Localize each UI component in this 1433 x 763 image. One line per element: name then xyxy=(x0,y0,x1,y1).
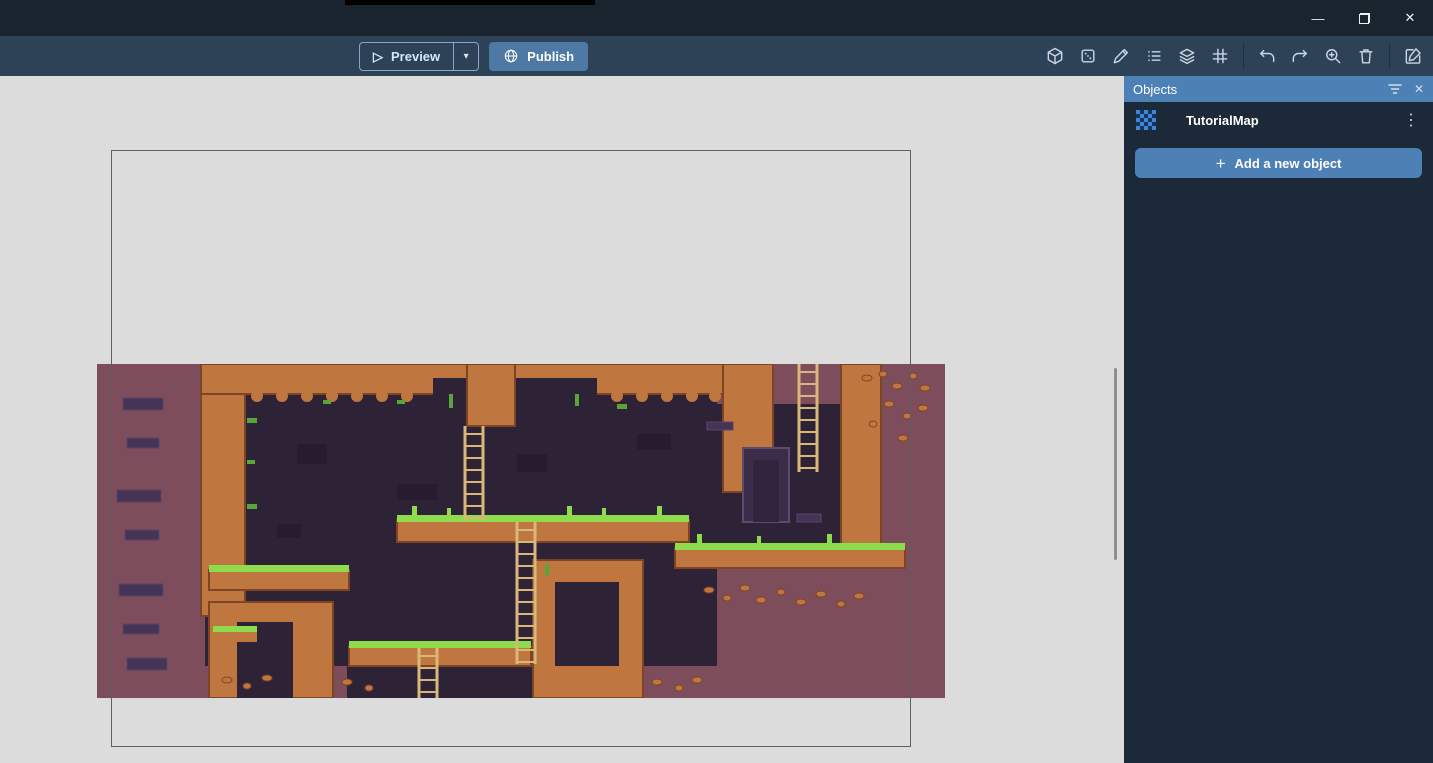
grid-icon xyxy=(1210,46,1230,66)
object-item-tutorialmap[interactable]: TutorialMap ⋮ xyxy=(1124,102,1433,138)
preview-button-label: Preview xyxy=(391,49,440,64)
trash-icon xyxy=(1356,46,1376,66)
filter-button[interactable] xyxy=(1388,83,1402,95)
object-name: TutorialMap xyxy=(1186,113,1401,128)
properties-list-icon xyxy=(1144,46,1164,66)
preview-dropdown-button[interactable]: ▾ xyxy=(453,43,478,70)
restore-button[interactable] xyxy=(1341,0,1387,36)
undo-icon xyxy=(1257,46,1277,66)
chevron-down-icon: ▾ xyxy=(464,51,469,62)
publish-button[interactable]: Publish xyxy=(489,42,588,71)
properties-button[interactable] xyxy=(1140,42,1168,70)
redo-icon xyxy=(1290,46,1310,66)
toolbar-separator xyxy=(1243,43,1244,69)
edit-scene-icon xyxy=(1403,46,1423,66)
redo-button[interactable] xyxy=(1286,42,1314,70)
close-button[interactable]: ✕ xyxy=(1387,0,1433,36)
objects-panel-title: Objects xyxy=(1133,82,1177,97)
undo-button[interactable] xyxy=(1253,42,1281,70)
add-object-label: Add a new object xyxy=(1235,156,1342,171)
trash-button[interactable] xyxy=(1352,42,1380,70)
preview-button[interactable]: ▷ Preview xyxy=(360,43,453,70)
pencil-icon xyxy=(1111,46,1131,66)
objects-button[interactable] xyxy=(1074,42,1102,70)
objects-panel-actions: ✕ xyxy=(1388,82,1424,96)
3d-box-button[interactable] xyxy=(1041,42,1069,70)
objects-icon xyxy=(1078,46,1098,66)
object-menu-button[interactable]: ⋮ xyxy=(1401,110,1421,130)
scene-canvas[interactable] xyxy=(0,76,1124,763)
3d-box-icon xyxy=(1045,46,1065,66)
plus-icon: + xyxy=(1216,155,1226,172)
edit-scene-button[interactable] xyxy=(1399,42,1427,70)
layers-icon xyxy=(1177,46,1197,66)
titlebar-tab xyxy=(345,0,595,5)
objects-panel-header: Objects ✕ xyxy=(1124,76,1433,102)
game-bounds-rect xyxy=(111,150,911,747)
add-object-button[interactable]: + Add a new object xyxy=(1135,148,1422,178)
filter-icon xyxy=(1388,83,1402,95)
minimize-button[interactable]: — xyxy=(1295,0,1341,36)
titlebar: — ✕ xyxy=(0,0,1433,36)
pencil-button[interactable] xyxy=(1107,42,1135,70)
panel-close-button[interactable]: ✕ xyxy=(1414,82,1424,96)
preview-split-button: ▷ Preview ▾ xyxy=(359,42,479,71)
objects-panel: Objects ✕ TutorialMap ⋮ xyxy=(1124,76,1433,763)
restore-icon xyxy=(1359,13,1370,24)
minimize-icon: — xyxy=(1312,11,1325,26)
toolbar-center: ▷ Preview ▾ Publish xyxy=(359,36,588,76)
publish-button-label: Publish xyxy=(527,49,574,64)
layers-button[interactable] xyxy=(1173,42,1201,70)
zoom-in-button[interactable] xyxy=(1319,42,1347,70)
window-controls: — ✕ xyxy=(1295,0,1433,36)
panel-close-icon: ✕ xyxy=(1414,82,1424,96)
play-icon: ▷ xyxy=(373,50,383,63)
toolbar-right-icons xyxy=(1041,36,1427,76)
tilemap-object-icon xyxy=(1136,110,1156,130)
grid-button[interactable] xyxy=(1206,42,1234,70)
toolbar: ▷ Preview ▾ Publish xyxy=(0,36,1433,76)
zoom-in-icon xyxy=(1323,46,1343,66)
close-icon: ✕ xyxy=(1405,10,1416,26)
kebab-icon: ⋮ xyxy=(1403,112,1419,129)
canvas-scrollbar[interactable] xyxy=(1114,368,1117,560)
globe-icon xyxy=(503,48,519,64)
toolbar-separator xyxy=(1389,43,1390,69)
